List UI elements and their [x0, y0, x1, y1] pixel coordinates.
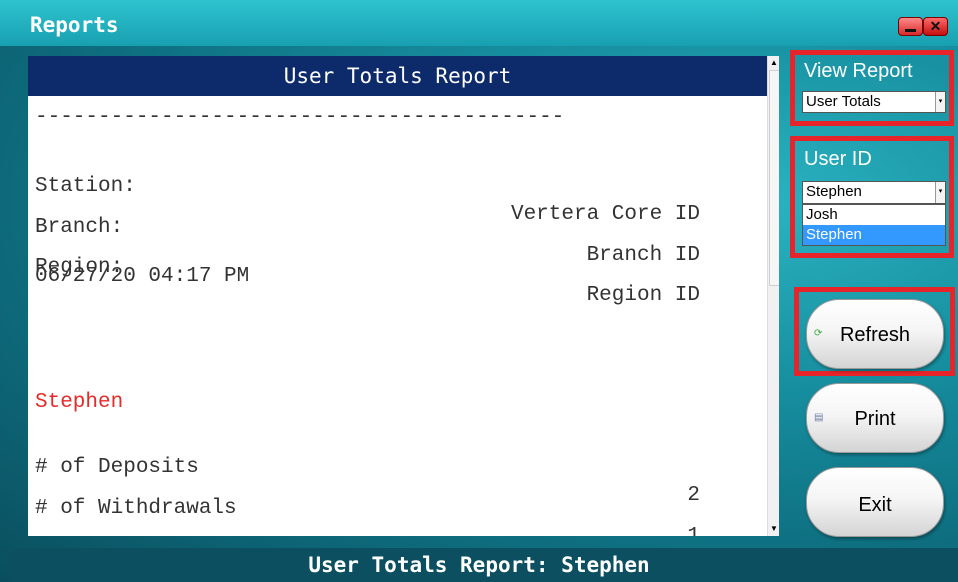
user-id-label: User ID: [804, 148, 872, 170]
region-row: Region: Region ID: [35, 226, 700, 307]
report-header: User Totals Report: [28, 56, 767, 96]
user-id-select[interactable]: Stephen ▾: [802, 181, 946, 204]
station-row: Station: Vertera Core ID: [35, 145, 700, 226]
report-datetime: 06/27/20 04:17 PM: [35, 265, 250, 288]
reports-window: Reports ✕ User Totals Report -----------…: [0, 0, 958, 582]
status-bar: User Totals Report: Stephen: [9, 548, 958, 582]
chevron-down-icon[interactable]: ▾: [935, 92, 945, 112]
close-icon: ✕: [929, 18, 942, 34]
withdrawals-label: # of Withdrawals: [35, 497, 237, 520]
view-report-selected: User Totals: [806, 93, 881, 110]
branch-row: Branch: Branch ID: [35, 186, 700, 267]
print-button[interactable]: ▤ Print: [806, 383, 944, 453]
view-report-label: View Report: [804, 60, 913, 82]
scroll-thumb[interactable]: [769, 70, 779, 286]
report-scrollbar[interactable]: ▲ ▼: [767, 56, 779, 536]
status-bar-text: User Totals Report: Stephen: [308, 553, 650, 577]
minimize-button[interactable]: [898, 17, 923, 36]
exit-button[interactable]: Exit: [806, 467, 944, 537]
report-panel: User Totals Report ---------------------…: [28, 56, 779, 536]
withdrawals-value: 1: [687, 523, 700, 536]
report-separator: ----------------------------------------…: [35, 106, 565, 129]
report-user-name: Stephen: [35, 391, 124, 414]
refresh-button-label: Refresh: [839, 324, 911, 346]
exit-button-label: Exit: [858, 494, 892, 516]
title-bar[interactable]: Reports ✕: [0, 0, 958, 46]
refresh-button[interactable]: ⟳ Refresh: [806, 299, 944, 369]
scroll-up-icon[interactable]: ▲: [769, 57, 779, 69]
withdrawals-row: # of Withdrawals 1: [35, 467, 700, 536]
deposits-row: # of Deposits 2: [35, 426, 700, 507]
view-report-select[interactable]: User Totals ▾: [802, 91, 946, 113]
user-option-josh[interactable]: Josh: [803, 205, 945, 225]
close-button[interactable]: ✕: [923, 17, 948, 36]
user-id-dropdown-list: Josh Stephen: [802, 204, 946, 246]
user-id-selected: Stephen: [806, 183, 862, 200]
scroll-down-icon[interactable]: ▼: [769, 523, 779, 535]
print-button-label: Print: [854, 408, 896, 430]
chevron-down-icon[interactable]: ▾: [935, 182, 945, 203]
user-option-stephen[interactable]: Stephen: [803, 225, 945, 245]
window-title: Reports: [30, 13, 119, 37]
